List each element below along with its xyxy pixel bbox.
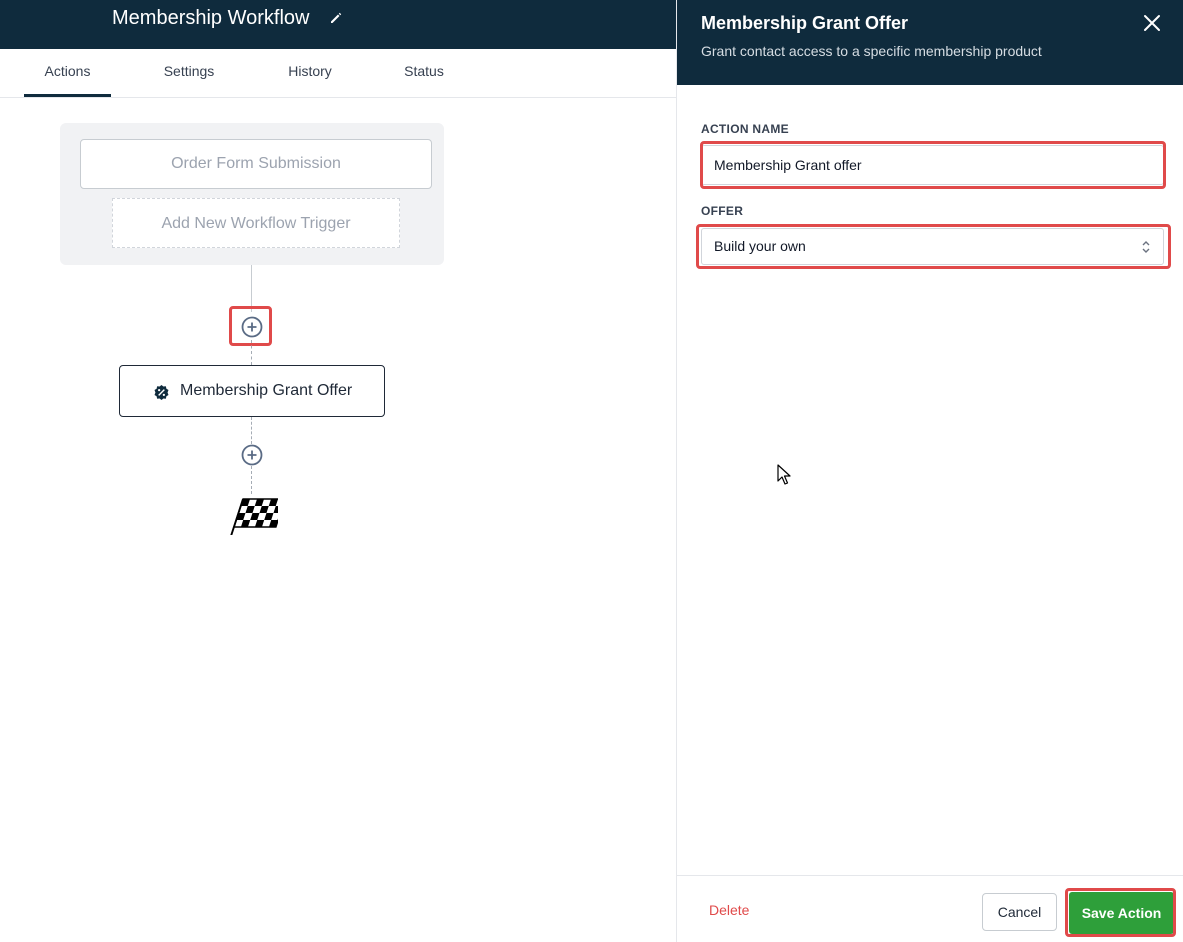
action-card-label: Membership Grant Offer — [180, 382, 353, 399]
highlight-box — [700, 141, 1166, 189]
plus-circle-icon[interactable] — [241, 444, 263, 466]
tab-settings[interactable]: Settings — [144, 49, 234, 97]
cancel-button[interactable]: Cancel — [982, 893, 1057, 931]
mouse-cursor-icon — [777, 464, 791, 485]
panel-subtitle: Grant contact access to a specific membe… — [701, 43, 1042, 59]
action-panel: Membership Grant Offer Grant contact acc… — [676, 0, 1183, 942]
panel-title: Membership Grant Offer — [701, 13, 909, 33]
workflow-header: Membership Workflow — [0, 0, 676, 49]
delete-button[interactable]: Delete — [709, 902, 749, 918]
plus-circle-icon[interactable] — [241, 316, 263, 338]
badge-percent-icon — [154, 384, 169, 401]
pencil-icon[interactable] — [328, 10, 344, 26]
highlight-box — [696, 224, 1171, 269]
panel-footer: Delete Cancel Save Action — [677, 875, 1183, 942]
offer-label: OFFER — [701, 204, 744, 218]
checkered-flag-icon — [230, 498, 278, 535]
connector-line — [251, 417, 252, 444]
add-trigger-button[interactable]: Add New Workflow Trigger — [112, 198, 400, 248]
tab-history[interactable]: History — [268, 49, 352, 97]
tabs-strip: Actions Settings History Status — [0, 49, 464, 97]
connector-line — [251, 340, 252, 365]
workflow-title: Membership Workflow — [112, 7, 310, 29]
trigger-card[interactable]: Order Form Submission — [80, 139, 432, 189]
tab-bar: Actions Settings History Status — [0, 49, 676, 98]
tab-actions[interactable]: Actions — [24, 49, 111, 97]
action-name-label: ACTION NAME — [701, 122, 789, 136]
action-card-membership-grant[interactable]: Membership Grant Offer — [119, 365, 385, 417]
panel-header: Membership Grant Offer Grant contact acc… — [677, 0, 1183, 85]
tab-status[interactable]: Status — [386, 49, 462, 97]
connector-line — [251, 466, 252, 494]
close-icon[interactable] — [1143, 14, 1161, 32]
connector-line — [251, 265, 252, 312]
highlight-box — [1065, 888, 1176, 937]
